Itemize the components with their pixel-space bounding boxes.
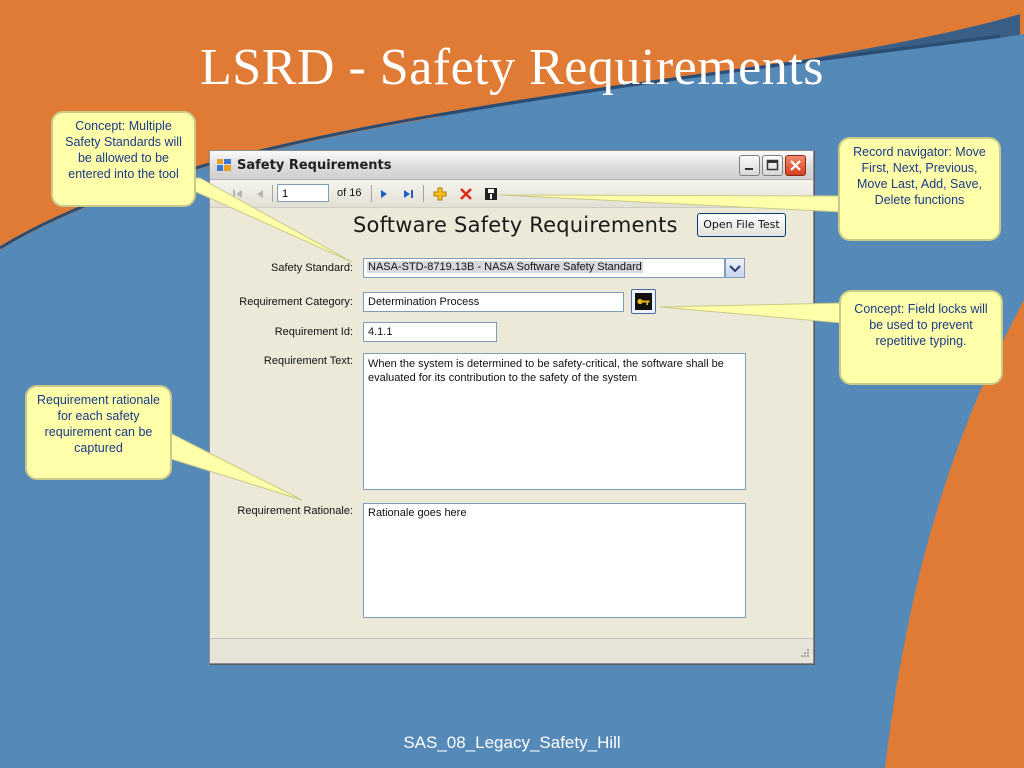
callout-multiple-standards: Concept: Multiple Safety Standards will …: [51, 111, 196, 207]
callout-rationale: Requirement rationale for each safety re…: [25, 385, 172, 480]
callout-field-locks: Concept: Field locks will be used to pre…: [839, 290, 1003, 385]
callout-record-navigator: Record navigator: Move First, Next, Prev…: [838, 137, 1001, 241]
slide-footer: SAS_08_Legacy_Safety_Hill: [403, 733, 621, 752]
